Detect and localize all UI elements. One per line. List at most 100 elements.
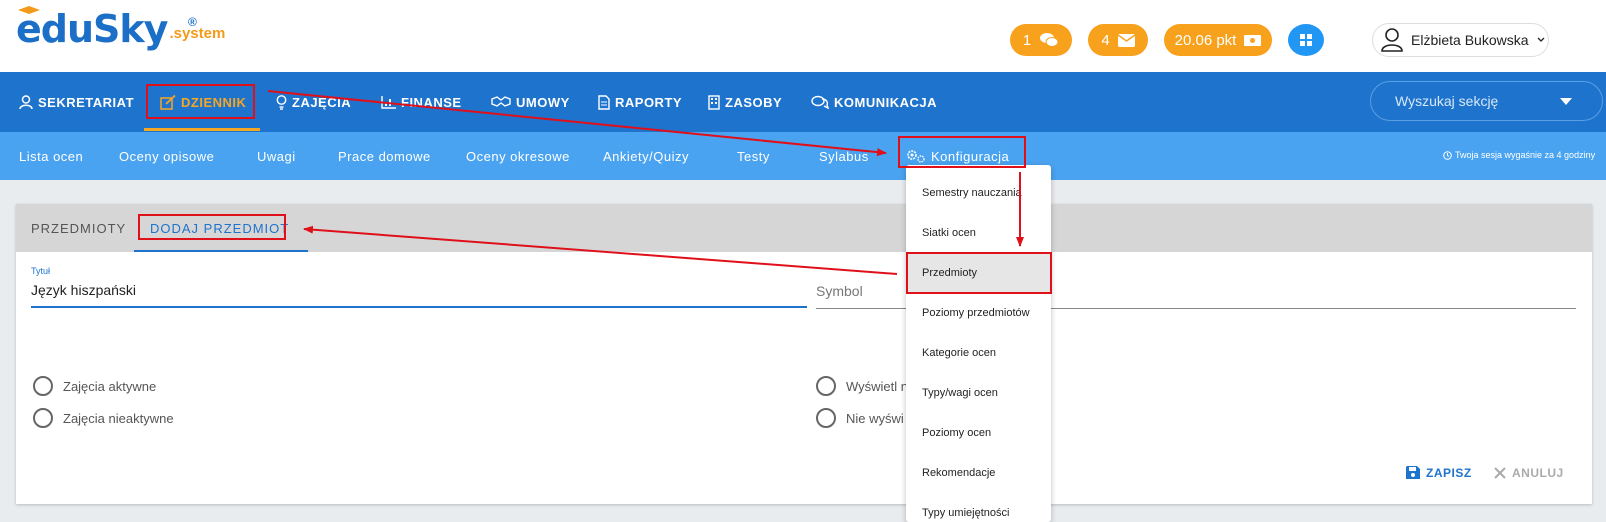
bulb-icon: [276, 94, 287, 110]
menu-item-label: Kategorie ocen: [922, 347, 996, 359]
title-input[interactable]: Język hiszpański: [31, 282, 136, 298]
close-icon: [1494, 467, 1506, 479]
section-search-select[interactable]: Wyszukaj sekcję: [1370, 81, 1603, 121]
menu-item-label: Siatki ocen: [922, 227, 976, 239]
subnav-uwagi[interactable]: Uwagi: [257, 132, 296, 180]
nav-umowy-label: UMOWY: [516, 94, 570, 110]
menu-item-label: Typy umiejętności: [922, 507, 1010, 519]
tab-przedmioty[interactable]: PRZEDMIOTY: [31, 204, 126, 252]
apps-grid-button[interactable]: [1288, 24, 1324, 56]
floppy-disk-icon: [1406, 466, 1420, 479]
building-icon: [708, 94, 720, 110]
radio-zajecia-aktywne-label: Zajęcia aktywne: [63, 378, 157, 394]
nav-zasoby[interactable]: ZASOBY: [708, 72, 782, 132]
points-button[interactable]: 20.06 pkt: [1164, 24, 1272, 56]
envelope-icon: [1117, 33, 1135, 47]
active-tab-indicator: [134, 250, 308, 252]
handshake-icon: [491, 96, 511, 107]
menu-item-poziomy-ocen[interactable]: Poziomy ocen: [906, 413, 1051, 453]
subnav-sylabus[interactable]: Sylabus: [819, 132, 869, 180]
chat-icon: [811, 95, 829, 109]
radio-circle: [33, 408, 53, 428]
nav-finanse[interactable]: FINANSE: [381, 72, 462, 132]
edit-icon: [160, 94, 176, 110]
sub-navigation: Lista ocen Oceny opisowe Uwagi Prace dom…: [0, 132, 1606, 180]
card-tabs: PRZEDMIOTY DODAJ PRZEDMIOT: [16, 204, 1592, 252]
nav-komunikacja[interactable]: KOMUNIKACJA: [811, 72, 937, 132]
konfiguracja-dropdown: Semestry nauczania Siatki ocen Przedmiot…: [906, 165, 1051, 522]
brand-logo[interactable]: eduSky ® .system: [16, 6, 226, 48]
top-header: eduSky ® .system 1 4 20.06 pkt Elżbieta …: [0, 0, 1606, 72]
menu-item-label: Przedmioty: [922, 267, 978, 279]
menu-item-label: Semestry nauczania: [922, 187, 1022, 199]
radio-wyswietl[interactable]: Wyświetl n: [816, 376, 908, 396]
subnav-oceny-opisowe[interactable]: Oceny opisowe: [119, 132, 214, 180]
radio-nie-wyswietlaj[interactable]: Nie wyświ: [816, 408, 904, 428]
subnav-uwagi-label: Uwagi: [257, 148, 296, 164]
menu-item-kategorie-ocen[interactable]: Kategorie ocen: [906, 333, 1051, 373]
brand-suffix: .system: [169, 25, 226, 42]
menu-item-typy-wagi-ocen[interactable]: Typy/wagi ocen: [906, 373, 1051, 413]
nav-raporty[interactable]: RAPORTY: [598, 72, 682, 132]
subnav-sylabus-label: Sylabus: [819, 148, 869, 164]
nav-dziennik-label: DZIENNIK: [181, 94, 247, 110]
nav-zasoby-label: ZASOBY: [725, 94, 783, 110]
radio-nie-wyswietlaj-label: Nie wyświ: [846, 410, 904, 426]
nav-dziennik[interactable]: DZIENNIK: [160, 72, 246, 132]
subnav-oceny-okresowe[interactable]: Oceny okresowe: [466, 132, 570, 180]
subnav-lista-ocen[interactable]: Lista ocen: [19, 132, 83, 180]
chevron-down-icon: [1537, 37, 1544, 42]
active-nav-indicator: [144, 128, 260, 131]
menu-item-poziomy-przedmiotow[interactable]: Poziomy przedmiotów: [906, 293, 1051, 333]
menu-item-semestry[interactable]: Semestry nauczania: [906, 173, 1051, 213]
radio-zajecia-nieaktywne[interactable]: Zajęcia nieaktywne: [33, 408, 174, 428]
save-label: ZAPISZ: [1426, 466, 1472, 480]
mail-notifications-button[interactable]: 4: [1088, 24, 1148, 56]
caret-down-icon: [1560, 98, 1572, 105]
menu-item-przedmioty[interactable]: Przedmioty: [906, 253, 1051, 293]
tab-dodaj-przedmiot[interactable]: DODAJ PRZEDMIOT: [150, 204, 289, 252]
clock-icon: [1443, 150, 1452, 160]
subnav-prace-domowe[interactable]: Prace domowe: [338, 132, 431, 180]
nav-sekretariat[interactable]: SEKRETARIAT: [19, 72, 134, 132]
nav-raporty-label: RAPORTY: [615, 94, 683, 110]
subnav-lista-ocen-label: Lista ocen: [19, 148, 84, 164]
nav-zajecia[interactable]: ZAJĘCIA: [276, 72, 351, 132]
apps-grid-icon: [1300, 34, 1312, 46]
user-menu[interactable]: Elżbieta Bukowska: [1372, 23, 1549, 57]
subnav-ankiety-quizy[interactable]: Ankiety/Quizy: [603, 132, 689, 180]
user-avatar-icon: [1381, 28, 1403, 52]
chart-icon: [381, 95, 396, 109]
nav-finanse-label: FINANSE: [401, 94, 462, 110]
tab-przedmioty-label: PRZEDMIOTY: [31, 220, 127, 236]
menu-item-label: Typy/wagi ocen: [922, 387, 998, 399]
subject-form-card: PRZEDMIOTY DODAJ PRZEDMIOT Tytuł Język h…: [16, 204, 1592, 504]
document-icon: [598, 94, 610, 110]
subnav-oceny-opisowe-label: Oceny opisowe: [119, 148, 215, 164]
menu-item-siatki-ocen[interactable]: Siatki ocen: [906, 213, 1051, 253]
nav-zajecia-label: ZAJĘCIA: [292, 94, 352, 110]
radio-circle: [816, 408, 836, 428]
subnav-testy[interactable]: Testy: [737, 132, 770, 180]
radio-zajecia-aktywne[interactable]: Zajęcia aktywne: [33, 376, 156, 396]
cancel-button[interactable]: ANULUJ: [1494, 466, 1564, 480]
menu-item-rekomendacje[interactable]: Rekomendacje: [906, 453, 1051, 493]
title-field-label: Tytuł: [31, 266, 51, 276]
symbol-input[interactable]: Symbol: [816, 283, 863, 299]
menu-item-typy-umiejetnosci[interactable]: Typy umiejętności: [906, 493, 1051, 522]
chat-count: 1: [1022, 31, 1032, 49]
title-input-underline: [31, 306, 807, 308]
nav-sekretariat-label: SEKRETARIAT: [38, 94, 135, 110]
save-button[interactable]: ZAPISZ: [1406, 466, 1472, 480]
chat-bubbles-icon: [1040, 33, 1059, 47]
subnav-ankiety-quizy-label: Ankiety/Quizy: [603, 148, 689, 164]
mail-count: 4: [1101, 31, 1110, 49]
nav-komunikacja-label: KOMUNIKACJA: [834, 94, 937, 110]
subnav-testy-label: Testy: [737, 148, 770, 164]
session-timer: Twoja sesja wygaśnie za 4 godziny: [1443, 150, 1595, 160]
main-navigation: SEKRETARIAT DZIENNIK ZAJĘCIA FINANSE UMO…: [0, 72, 1606, 132]
chat-notifications-button[interactable]: 1: [1010, 24, 1072, 56]
subnav-oceny-okresowe-label: Oceny okresowe: [466, 148, 570, 164]
money-icon: [1244, 34, 1262, 46]
nav-umowy[interactable]: UMOWY: [491, 72, 570, 132]
